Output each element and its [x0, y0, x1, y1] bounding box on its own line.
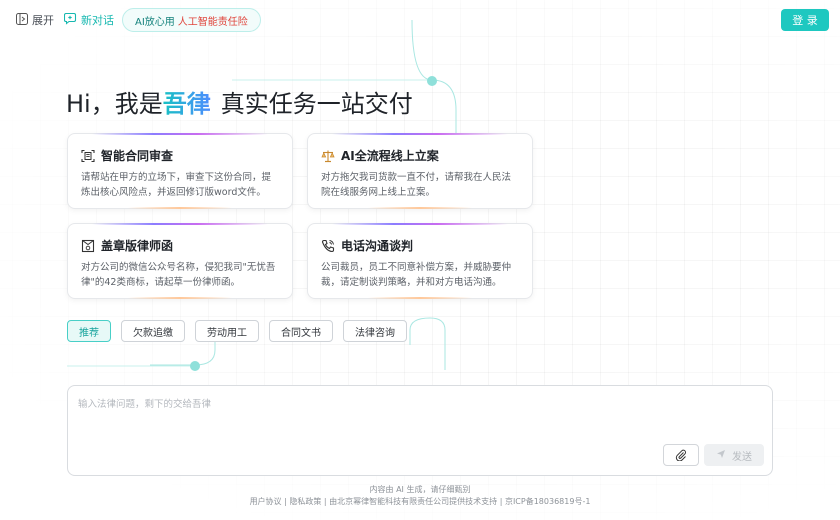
card-description: 对方公司的微信公众号名称，侵犯我司"无忧吾律"的42类商标，请起草一份律师函。	[81, 262, 276, 288]
phone-icon	[321, 239, 335, 253]
login-button[interactable]: 登 录	[781, 9, 829, 31]
send-label: 发送	[732, 451, 752, 463]
expand-sidebar-button[interactable]: 展开	[16, 12, 54, 28]
icp-link[interactable]: 京ICP备18036819号-1	[505, 497, 590, 506]
new-chat-button[interactable]: 新对话	[63, 12, 114, 28]
hero-title: Hi，我是 吾律 真实任务一站交付	[66, 84, 413, 119]
contract-scan-icon	[81, 149, 95, 163]
connector-dot	[427, 76, 437, 86]
new-chat-icon	[63, 12, 77, 28]
scales-icon	[321, 149, 335, 163]
card-description: 公司裁员，员工不同意补偿方案，并威胁要仲裁，请定制谈判策略，并和对方电话沟通。	[321, 262, 512, 288]
promo-label-insurance: 人工智能责任险	[177, 16, 248, 28]
tab-contract-documents[interactable]: 合同文书	[269, 320, 333, 342]
user-agreement-link[interactable]: 用户协议	[250, 497, 282, 506]
card-title: 智能合同审查	[101, 149, 174, 163]
privacy-policy-link[interactable]: 隐私政策	[289, 497, 321, 506]
hero-greeting: Hi，我是	[66, 90, 163, 118]
footer-links: 用户协议 | 隐私政策 | 由北京幂律智能科技有限责任公司提供技术支持 | 京I…	[0, 496, 840, 507]
send-button[interactable]: 发送	[704, 444, 764, 466]
chat-input-box: 发送	[67, 385, 773, 476]
tab-debt-collection[interactable]: 欠款追缴	[121, 320, 185, 342]
sidebar-panel-icon	[16, 12, 28, 28]
task-card-online-filing[interactable]: AI全流程线上立案 对方拖欠我司货款一直不付，请帮我在人民法院在线服务网上线上立…	[307, 133, 533, 209]
hero-tagline: 真实任务一站交付	[220, 90, 413, 118]
expand-label: 展开	[32, 14, 54, 27]
paperclip-icon	[675, 446, 687, 465]
category-tabs: 推荐 欠款追缴 劳动用工 合同文书 法律咨询	[67, 320, 407, 342]
tab-legal-consultation[interactable]: 法律咨询	[343, 320, 407, 342]
task-card-phone-negotiation[interactable]: 电话沟通谈判 公司裁员，员工不同意补偿方案，并威胁要仲裁，请定制谈判策略，并和对…	[307, 223, 533, 299]
attach-file-button[interactable]	[663, 444, 699, 466]
card-description: 对方拖欠我司货款一直不付，请帮我在人民法院在线服务网上线上立案。	[321, 172, 512, 198]
top-bar: 展开 新对话 AI放心用 人工智能责任险 登 录	[0, 0, 840, 40]
promo-label-ai: AI放心用	[135, 16, 175, 28]
ai-disclaimer: 内容由 AI 生成，请仔细甄别	[369, 485, 471, 494]
new-chat-label: 新对话	[81, 14, 114, 27]
question-input[interactable]	[78, 396, 758, 446]
stamp-letter-icon	[81, 239, 95, 253]
connector-dot	[190, 361, 200, 371]
task-card-contract-review[interactable]: 智能合同审查 请帮站在甲方的立场下，审查下这份合同，提炼出核心风险点，并返回修订…	[67, 133, 293, 209]
hero-brand: 吾律	[163, 84, 211, 119]
card-title: 电话沟通谈判	[341, 239, 414, 253]
card-title: AI全流程线上立案	[341, 149, 439, 163]
tab-recommended[interactable]: 推荐	[67, 320, 111, 342]
task-card-lawyer-letter[interactable]: 盖章版律师函 对方公司的微信公众号名称，侵犯我司"无忧吾律"的42类商标，请起草…	[67, 223, 293, 299]
tab-labor-employment[interactable]: 劳动用工	[195, 320, 259, 342]
send-icon	[716, 449, 726, 462]
insurance-promo-pill[interactable]: AI放心用 人工智能责任险	[122, 8, 261, 32]
card-description: 请帮站在甲方的立场下，审查下这份合同，提炼出核心风险点，并返回修订版word文件…	[81, 172, 272, 198]
provider-text: 由北京幂律智能科技有限责任公司提供技术支持	[329, 497, 498, 506]
card-title: 盖章版律师函	[101, 239, 174, 253]
